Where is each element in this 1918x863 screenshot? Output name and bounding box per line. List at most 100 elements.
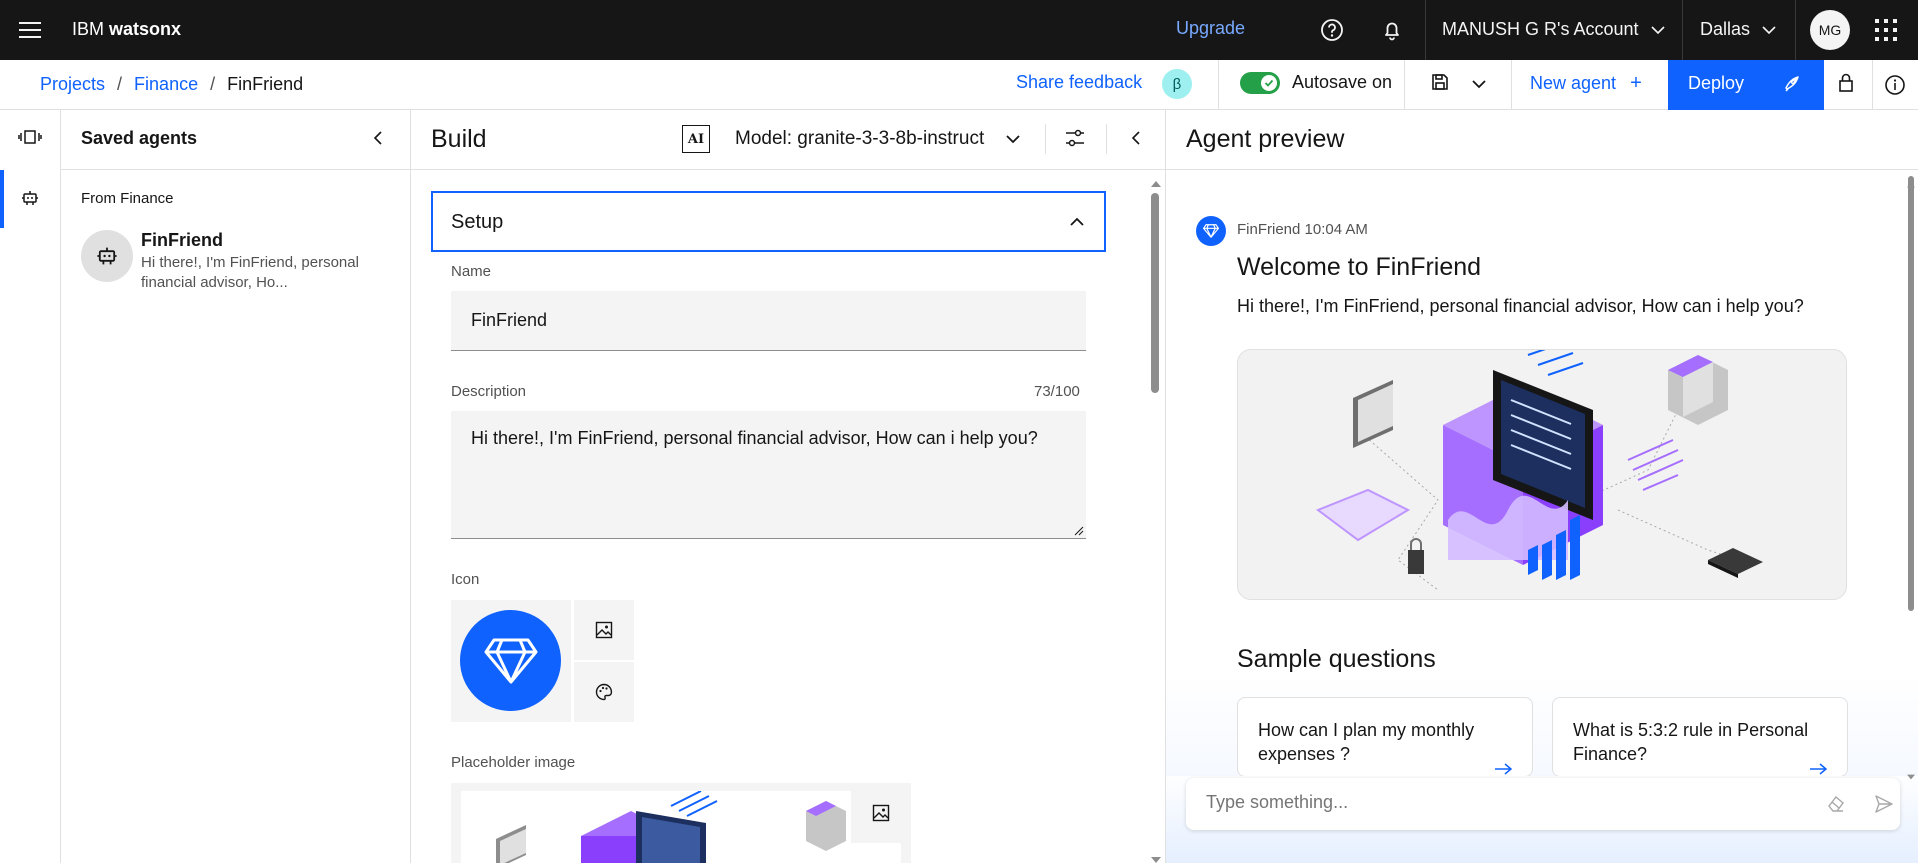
diamond-icon (1196, 216, 1226, 246)
sample-question-text: How can I plan my monthly expenses ? (1258, 720, 1475, 764)
greeting-message: Hi there!, I'm FinFriend, personal finan… (1237, 296, 1804, 316)
icon-field-label: Icon (451, 571, 480, 588)
sample-question-card[interactable]: What is 5:3:2 rule in Personal Finance? (1552, 697, 1848, 777)
divider (1872, 60, 1873, 110)
collapse-chevron-left-icon[interactable] (1130, 130, 1142, 151)
breadcrumb-finance[interactable]: Finance (134, 74, 198, 95)
upload-image-icon[interactable] (574, 600, 634, 660)
finance-illustration-thumbnail (461, 791, 901, 863)
new-agent-button[interactable]: New agent + (1530, 72, 1642, 95)
region-switcher[interactable]: Dallas (1700, 19, 1776, 40)
chevron-down-icon (1762, 25, 1776, 34)
divider (1106, 124, 1107, 154)
save-options-chevron-icon[interactable] (1472, 76, 1486, 94)
arrow-right-icon (1495, 763, 1513, 775)
name-field-label: Name (451, 263, 492, 280)
divider (1682, 0, 1683, 60)
welcome-heading: Welcome to FinFriend (1237, 253, 1482, 281)
divider (1404, 60, 1405, 110)
notification-bell-icon[interactable] (1376, 14, 1408, 51)
chat-input-container (1186, 778, 1900, 830)
divider (1425, 0, 1426, 60)
account-name: MANUSH G R's Account (1442, 19, 1639, 39)
chevron-down-icon (1006, 135, 1020, 144)
preview-scrollbar[interactable] (1908, 176, 1914, 611)
left-rail (0, 110, 61, 863)
setup-accordion-header[interactable]: Setup (431, 191, 1106, 252)
settings-sliders-icon[interactable] (1065, 129, 1085, 152)
divider (1045, 124, 1046, 154)
share-feedback-link[interactable]: Share feedback (1016, 72, 1142, 93)
sample-question-text: What is 5:3:2 rule in Personal Finance? (1573, 720, 1809, 764)
autosave-toggle[interactable] (1240, 72, 1280, 94)
checkmark-icon (1264, 79, 1274, 87)
description-field-label: Description (451, 383, 527, 400)
name-field[interactable]: FinFriend (451, 291, 1086, 351)
message-meta: FinFriend 10:04 AM (1237, 221, 1368, 238)
setup-title: Setup (451, 211, 504, 233)
save-icon[interactable] (1430, 72, 1450, 97)
upgrade-link[interactable]: Upgrade (1176, 18, 1245, 39)
divider (1795, 0, 1796, 60)
chat-input[interactable] (1206, 792, 1786, 813)
name-field-value: FinFriend (471, 310, 548, 330)
lock-icon[interactable] (1836, 72, 1856, 99)
chevron-up-icon (1070, 217, 1084, 226)
deploy-button[interactable]: Deploy (1668, 60, 1824, 110)
breadcrumb-projects[interactable]: Projects (40, 74, 105, 95)
sample-question-card[interactable]: How can I plan my monthly expenses ? (1237, 697, 1533, 777)
breadcrumb-separator: / (210, 74, 216, 94)
model-selector[interactable]: Model: granite-3-3-8b-instruct (735, 128, 1020, 150)
build-title: Build (431, 125, 487, 153)
description-char-count: 73/100 (1034, 383, 1080, 400)
saved-agents-title: Saved agents (81, 128, 198, 148)
upload-image-icon[interactable] (851, 783, 911, 843)
description-textarea[interactable]: Hi there!, I'm FinFriend, personal finan… (451, 411, 1086, 539)
build-scrollbar[interactable] (1151, 193, 1159, 393)
agent-icon-preview (451, 600, 571, 722)
divider (411, 169, 1166, 170)
resize-handle-icon[interactable] (1074, 526, 1084, 536)
app-switcher-grid-icon[interactable] (1874, 18, 1898, 47)
hamburger-menu-icon[interactable] (14, 14, 46, 46)
message-time: 10:04 AM (1304, 221, 1368, 238)
chevron-down-icon (1650, 25, 1665, 34)
agent-robot-icon (81, 230, 133, 282)
scroll-down-arrow-icon[interactable] (1150, 852, 1162, 863)
divider (1218, 60, 1219, 110)
product-logo[interactable]: IBM watsonx (72, 19, 181, 40)
saved-agent-name[interactable]: FinFriend (141, 230, 223, 251)
color-palette-icon[interactable] (574, 662, 634, 722)
help-icon[interactable] (1316, 14, 1348, 51)
info-icon[interactable] (1884, 74, 1906, 101)
send-icon[interactable] (1874, 794, 1894, 814)
arrow-right-icon (1810, 763, 1828, 775)
saved-agent-description: Hi there!, I'm FinFriend, personal finan… (141, 254, 359, 291)
autosave-label: Autosave on (1292, 72, 1393, 92)
brand-prefix: IBM (72, 19, 110, 39)
saved-agents-panel (61, 110, 411, 863)
new-agent-label: New agent (1530, 73, 1617, 93)
divider (1511, 60, 1512, 110)
carousel-view-icon[interactable] (18, 128, 42, 151)
description-value: Hi there!, I'm FinFriend, personal finan… (471, 428, 1038, 448)
scroll-down-arrow-icon[interactable] (1906, 768, 1916, 786)
user-avatar[interactable]: MG (1810, 10, 1850, 50)
divider (1166, 169, 1918, 170)
eraser-icon[interactable] (1826, 794, 1846, 814)
rocket-icon (1785, 76, 1799, 92)
account-switcher[interactable]: MANUSH G R's Account (1442, 19, 1665, 40)
collapse-chevron-left-icon[interactable] (372, 130, 384, 151)
brand-name: watsonx (109, 19, 182, 39)
bot-name: FinFriend (1237, 221, 1301, 238)
agent-group-label: From Finance (81, 190, 174, 207)
breadcrumb-current: FinFriend (227, 74, 304, 94)
placeholder-image-preview (451, 783, 911, 863)
deploy-label: Deploy (1688, 73, 1745, 93)
scroll-up-arrow-icon[interactable] (1150, 176, 1162, 194)
ai-label-icon: AI (682, 125, 710, 153)
model-name: Model: granite-3-3-8b-instruct (735, 128, 985, 149)
region-name: Dallas (1700, 19, 1751, 39)
agent-robot-icon[interactable] (20, 188, 40, 213)
top-navigation-bar: IBM watsonx Upgrade MANUSH G R's Account… (0, 0, 1918, 60)
